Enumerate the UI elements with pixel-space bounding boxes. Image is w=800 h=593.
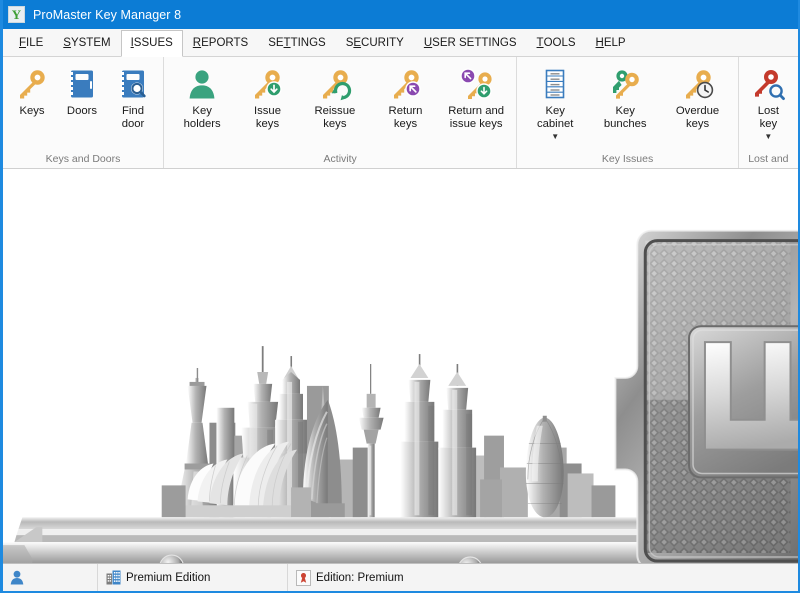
menu-item-system[interactable]: SYSTEM <box>53 29 120 56</box>
ribbon-button-keys[interactable]: Keys <box>7 62 57 118</box>
building-icon <box>106 570 121 585</box>
chevron-down-icon[interactable]: ▼ <box>764 133 772 141</box>
ribbon-button-label: Key holders <box>174 105 230 130</box>
menu-item-settings[interactable]: SETTINGS <box>258 29 336 56</box>
door-search-icon <box>116 65 150 103</box>
ribbon-button-overdue-keys[interactable]: Overdue keys <box>661 62 733 130</box>
ribbon-button-label: Lost key <box>749 105 788 130</box>
person-icon <box>185 65 219 103</box>
menu-item-help[interactable]: HELP <box>586 29 636 56</box>
ribbon-button-label: Issue keys <box>242 105 292 130</box>
window-title: ProMaster Key Manager 8 <box>33 8 181 22</box>
status-license-label: Edition: Premium <box>316 572 404 584</box>
main-content-area <box>3 169 798 563</box>
app-logo-icon: Υ <box>8 6 25 23</box>
key-lost-icon <box>751 65 785 103</box>
ribbon-button-label: Key bunches <box>595 105 655 130</box>
ribbon-button-reissue-keys[interactable]: Reissue keys <box>299 62 371 130</box>
application-window: Υ ProMaster Key Manager 8 FILESYSTEMISSU… <box>0 0 800 593</box>
ribbon-button-label: Reissue keys <box>305 105 365 130</box>
status-edition-label: Premium Edition <box>126 572 210 584</box>
award-ribbon-icon <box>296 570 311 586</box>
status-bar: Premium Edition Edition: Premium <box>3 563 798 591</box>
status-user-cell <box>3 564 98 591</box>
ribbon-group-items: Lost key ▼ <box>739 62 798 153</box>
menu-item-file[interactable]: FILE <box>9 29 53 56</box>
ribbon-button-lost-key[interactable]: Lost key ▼ <box>743 62 794 141</box>
status-license-cell: Edition: Premium <box>288 564 798 591</box>
menu-bar: FILESYSTEMISSUESREPORTSSETTINGSSECURITYU… <box>3 29 798 57</box>
ribbon-group-key-issues: Key cabinet▼ Key bunches Overdue keysKey… <box>516 57 737 168</box>
menu-item-security[interactable]: SECURITY <box>336 29 414 56</box>
ribbon-button-label: Doors <box>67 105 97 118</box>
door-book-icon <box>65 65 99 103</box>
menu-item-tools[interactable]: TOOLS <box>527 29 586 56</box>
menu-item-issues[interactable]: ISSUES <box>121 30 183 57</box>
ribbon-button-key-bunches[interactable]: Key bunches <box>589 62 661 130</box>
ribbon-button-label: Key cabinet <box>527 105 583 130</box>
ribbon-button-find-door[interactable]: Find door <box>107 62 159 130</box>
ribbon-button-return-keys[interactable]: Return keys <box>371 62 440 130</box>
key-bunch-icon <box>608 65 642 103</box>
ribbon-toolbar: Keys Doors Find doorKeys and Doors Key h… <box>3 57 798 169</box>
ribbon-button-doors[interactable]: Doors <box>57 62 107 118</box>
ribbon-group-label: Key Issues <box>517 153 737 168</box>
city-skyline-key-hero-image <box>3 169 798 563</box>
key-blade-graphic <box>3 517 659 563</box>
key-reissue-icon <box>318 65 352 103</box>
ribbon-button-label: Return keys <box>377 105 434 130</box>
title-bar: Υ ProMaster Key Manager 8 <box>3 0 798 29</box>
menu-item-reports[interactable]: REPORTS <box>183 29 258 56</box>
user-icon <box>10 570 24 585</box>
ribbon-group-items: Keys Doors Find door <box>3 62 163 153</box>
key-icon <box>15 65 49 103</box>
ribbon-button-key-holders[interactable]: Key holders <box>168 62 236 130</box>
ribbon-button-label: Return and issue keys <box>446 105 506 130</box>
ribbon-button-issue-keys[interactable]: Issue keys <box>236 62 298 130</box>
ribbon-group-label: Lost and <box>739 153 798 168</box>
status-edition-cell: Premium Edition <box>98 564 288 591</box>
ribbon-group-lost-and: Lost key ▼ Lost and <box>738 57 798 168</box>
key-head-graphic <box>615 231 798 563</box>
ribbon-group-keys-and-doors: Keys Doors Find doorKeys and Doors <box>3 57 163 168</box>
cabinet-icon <box>538 65 572 103</box>
ribbon-group-activity: Key holders Issue keys Reissue keys Retu… <box>163 57 516 168</box>
key-return-icon <box>389 65 423 103</box>
ribbon-group-items: Key cabinet ▼ Key bunches Overdue keys <box>517 62 737 153</box>
key-return-issue-icon <box>459 65 493 103</box>
chevron-down-icon[interactable]: ▼ <box>551 133 559 141</box>
ribbon-button-key-cabinet[interactable]: Key cabinet ▼ <box>521 62 589 141</box>
key-issue-icon <box>250 65 284 103</box>
ribbon-button-label: Overdue keys <box>667 105 727 130</box>
ribbon-button-label: Find door <box>113 105 153 130</box>
ribbon-group-label: Activity <box>164 153 516 168</box>
ribbon-button-return-and-issue-keys[interactable]: Return and issue keys <box>440 62 512 130</box>
menu-item-user-settings[interactable]: USER SETTINGS <box>414 29 527 56</box>
ribbon-group-items: Key holders Issue keys Reissue keys Retu… <box>164 62 516 153</box>
ribbon-group-label: Keys and Doors <box>3 153 163 168</box>
ribbon-button-label: Keys <box>19 105 44 118</box>
key-clock-icon <box>681 65 715 103</box>
